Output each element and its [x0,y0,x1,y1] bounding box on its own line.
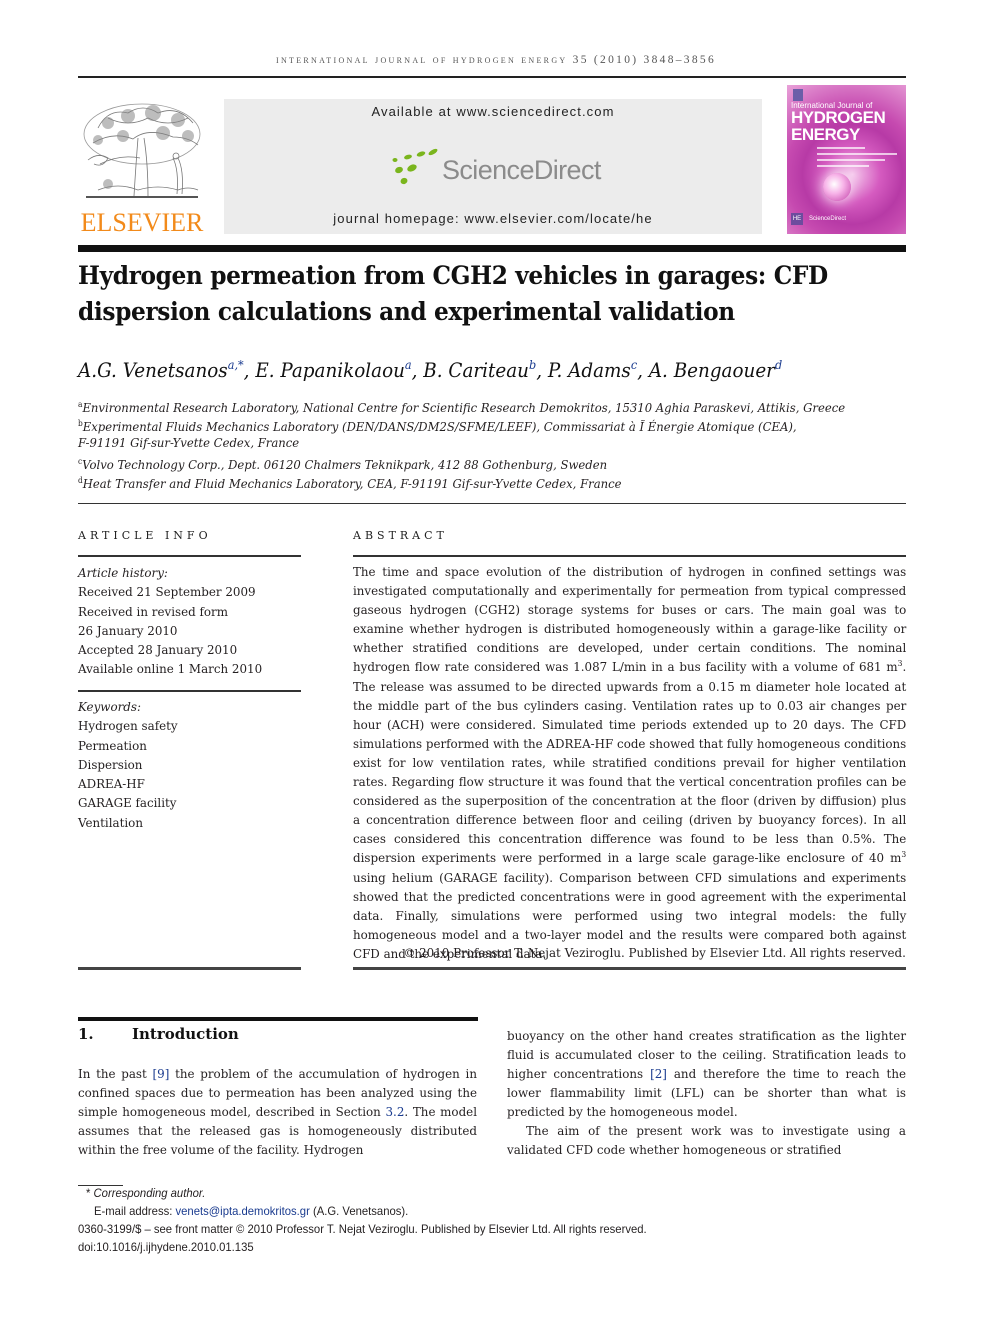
section-title: Introduction [132,1025,239,1043]
keyword-item: GARAGE facility [78,795,177,811]
elsevier-wordmark: ELSEVIER [80,208,204,237]
author-name: P. Adams [547,359,631,382]
abstract-copyright: © 2010 Professor T. Nejat Veziroglu. Pub… [403,945,906,960]
running-head: international journal of hydrogen energy… [275,54,717,66]
cover-he-badge: HE [791,213,803,225]
abstract-rule [353,555,906,557]
affiliation-text: Experimental Fluids Mechanics Laboratory… [82,419,797,434]
abstract-bottom-rule [353,967,906,970]
affiliation: F-91191 Gif-sur-Yvette Cedex, France [78,433,878,452]
introduction-rule [78,1017,478,1021]
corresponding-author-note: * Corresponding author. [86,1186,206,1200]
email-link[interactable]: venets@ipta.demokritos.gr [176,1204,310,1218]
article-history: Article history: Received 21 September 2… [78,563,262,679]
intro-paragraph-2: The aim of the present work was to inves… [507,1123,906,1157]
front-matter-note: 0360-3199/$ – see front matter © 2010 Pr… [78,1222,647,1236]
affiliation-text: Environmental Research Laboratory, Natio… [82,400,846,415]
section-link[interactable]: 3.2 [386,1104,405,1119]
affiliation-text: Heat Transfer and Fluid Mechanics Labora… [82,476,622,491]
article-history-label: Article history: [78,565,168,580]
journal-homepage-link[interactable]: journal homepage: www.elsevier.com/locat… [224,211,762,226]
history-item: Available online 1 March 2010 [78,661,263,677]
section-heading-introduction: 1. Introduction [78,1025,239,1043]
citation-link[interactable]: [9] [153,1066,170,1081]
author-name: B. Cariteau [423,359,529,382]
author-affiliation-link[interactable]: a [405,358,412,372]
top-rule [78,76,906,78]
intro-right-column: buoyancy on the other hand creates strat… [507,1028,906,1157]
author-name: A.G. Venetsanos [78,359,228,382]
journal-cover-image: International Journal of HYDROGEN ENERGY… [787,85,906,234]
superscript: 3 [901,850,907,860]
sciencedirect-logo-text: ScienceDirect [442,155,601,185]
cover-title-line2: HYDROGEN [791,108,886,127]
abstract-text-1: The time and space evolution of the dist… [353,564,907,675]
cover-sd-text: ScienceDirect [809,216,847,222]
keywords-label: Keywords: [78,699,141,714]
history-item: Accepted 28 January 2010 [78,642,238,658]
keywords: Keywords: Hydrogen safety Permeation Dis… [78,697,178,832]
abstract-heading: ABSTRACT [353,529,448,542]
available-at-link[interactable]: Available at www.sciencedirect.com [224,104,762,119]
author-name: E. Papanikolaou [255,359,405,382]
author-affiliation-link[interactable]: d [775,358,782,372]
article-info-rule [78,555,301,557]
history-item: Received in revised form [78,603,228,619]
keywords-rule [78,690,301,692]
keyword-item: ADREA-HF [78,776,145,792]
section-number: 1. [78,1025,94,1043]
email-note: E-mail address: venets@ipta.demokritos.g… [94,1204,409,1218]
keyword-item: Dispersion [78,756,143,772]
keyword-item: Hydrogen safety [78,718,178,734]
abstract-text-2: . The release was assumed to be directed… [353,659,907,866]
article-info-heading: ARTICLE INFO [78,529,212,542]
citation-link[interactable]: [2] [650,1066,667,1081]
keyword-item: Permeation [78,737,147,753]
affiliations-rule [78,503,906,504]
doi-link[interactable]: doi:10.1016/j.ijhydene.2010.01.135 [78,1240,254,1254]
cover-editor-lines [817,147,897,171]
author-name: A. Bengaouer [648,359,775,382]
history-item: Received 21 September 2009 [78,584,256,600]
cover-orb-graphic [823,173,851,201]
intro-left-column: In the past [9] the problem of the accum… [78,1066,478,1157]
author-affiliation-link[interactable]: b [529,358,536,372]
author-affiliation-link[interactable]: a,* [228,358,244,372]
affiliation: dHeat Transfer and Fluid Mechanics Labor… [78,471,878,493]
article-title: Hydrogen permeation from CGH2 vehicles i… [78,261,828,326]
affiliation-text: Volvo Technology Corp., Dept. 06120 Chal… [82,457,608,472]
header-thick-rule [78,245,906,252]
keyword-item: Ventilation [78,814,143,830]
cover-title-line3: ENERGY [791,125,860,144]
affiliation-text: F-91191 Gif-sur-Yvette Cedex, France [78,435,300,450]
article-info-bottom-rule [78,967,301,970]
author-affiliation-link[interactable]: c [631,358,637,372]
cover-mini-logo [793,89,803,101]
abstract-body: The time and space evolution of the dist… [353,562,906,963]
history-item: 26 January 2010 [78,622,178,638]
author-list: A.G. Venetsanosa,*, E. Papanikolaoua, B.… [78,358,783,382]
